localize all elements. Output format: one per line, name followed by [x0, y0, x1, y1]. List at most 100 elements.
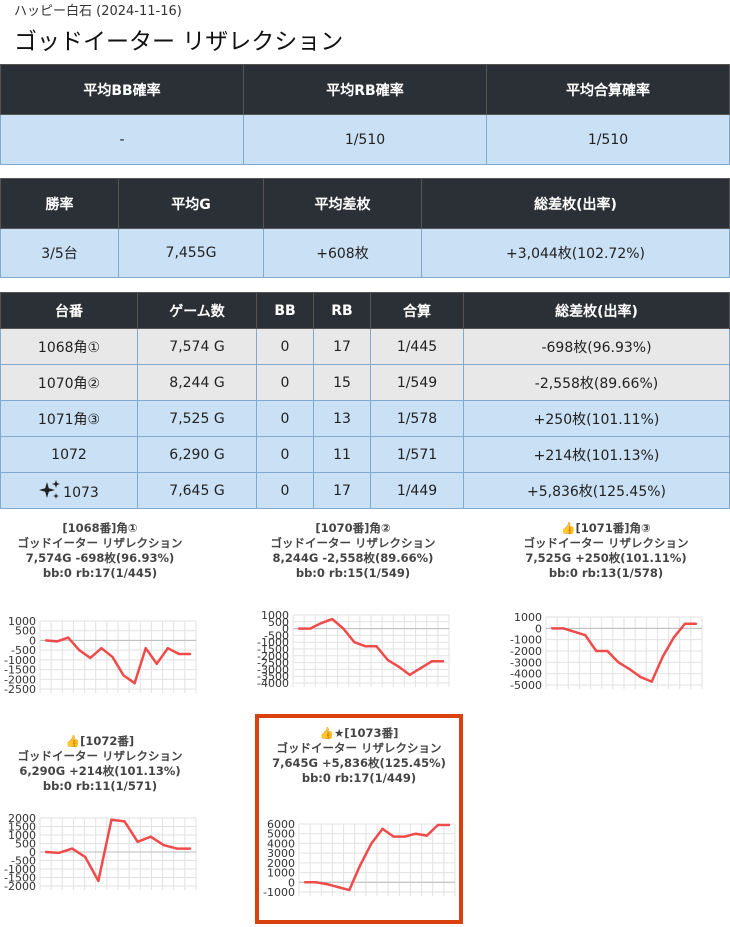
data-point	[370, 842, 373, 845]
data-point	[100, 647, 103, 650]
data-point	[314, 881, 318, 884]
card-counts: bb:0 rb:13(1/578)	[548, 566, 664, 580]
data-point	[136, 840, 139, 843]
data-point	[661, 655, 664, 658]
card-result: 7,525G +250枚(101.11%)	[525, 551, 687, 565]
games: 8,244 G	[137, 364, 257, 401]
data-point	[144, 647, 147, 650]
rb-count: 11	[313, 436, 371, 473]
games: 7,645 G	[137, 472, 257, 509]
data-point	[359, 863, 362, 866]
total-diff: +214枚(101.13%)	[463, 436, 730, 473]
card-counts: bb:0 rb:17(1/445)	[42, 566, 158, 580]
data-point	[348, 888, 351, 892]
data-point	[639, 675, 642, 679]
data-point	[177, 652, 181, 656]
table-row[interactable]: 1068角① 7,574 G 0 17 1/445 -698枚(96.93%)	[0, 328, 730, 365]
card-title: [1070番]角②	[315, 521, 391, 535]
header-total-diff: 総差枚(出率)	[421, 178, 730, 229]
data-point	[436, 823, 440, 827]
chart-card-1073[interactable]: 👍★[1073番] ゴッドイーター リザレクション 7,645G +5,836枚…	[259, 718, 459, 920]
data-point	[392, 835, 395, 838]
machine-no-cell: 1073	[0, 472, 138, 509]
y-tick-label: -5000	[510, 679, 542, 692]
card-model: ゴッドイーター リザレクション	[270, 536, 436, 550]
card-title: 👍[1072番]	[65, 734, 135, 748]
data-point	[44, 850, 48, 854]
data-point	[303, 881, 307, 884]
machine-no: 1070角②	[0, 364, 138, 401]
table-row[interactable]: 1071角③ 7,525 G 0 13 1/578 +250枚(101.11%)	[0, 400, 730, 437]
data-point	[308, 627, 312, 630]
data-point	[133, 681, 136, 685]
chart-card-1070[interactable]: [1070番]角② ゴッドイーター リザレクション 8,244G -2,558枚…	[253, 513, 453, 691]
data-point	[694, 622, 698, 625]
bb-count: 0	[256, 472, 314, 509]
machine-no: 1073	[63, 485, 99, 501]
data-point	[561, 627, 565, 630]
table-row[interactable]: 1072 6,290 G 0 11 1/571 +214枚(101.13%)	[0, 436, 730, 473]
data-point	[123, 820, 126, 823]
chart-card-1068[interactable]: [1068番]角① ゴッドイーター リザレクション 7,574G -698枚(9…	[0, 513, 200, 696]
value-avg-diff: +608枚	[263, 228, 422, 278]
card-result: 6,290G +214枚(101.13%)	[19, 764, 181, 778]
games: 7,574 G	[137, 328, 257, 365]
games: 7,525 G	[137, 400, 257, 437]
y-tick-label: -2500	[4, 683, 36, 696]
machine-no: 1068角①	[0, 328, 138, 365]
data-point	[84, 855, 87, 859]
machine-table: 台番 ゲーム数 BB RB 合算 総差枚(出率) 1068角① 7,574 G …	[0, 292, 730, 509]
data-point	[441, 660, 445, 663]
table-row[interactable]: 1070角② 8,244 G 0 15 1/549 -2,558枚(89.66%…	[0, 364, 730, 401]
page-title: ゴッドイーター リザレクション	[14, 29, 344, 55]
bb-count: 0	[256, 436, 314, 473]
card-counts: bb:0 rb:15(1/549)	[295, 566, 411, 580]
bb-count: 0	[256, 364, 314, 401]
card-result: 8,244G -2,558枚(89.66%)	[272, 551, 434, 565]
data-point	[403, 835, 406, 838]
header-win-rate: 勝率	[0, 178, 119, 229]
data-point	[584, 633, 587, 637]
table-row[interactable]: 1073 7,645 G 0 17 1/449 +5,836枚(125.45%)	[0, 472, 730, 509]
card-title: [1068番]角①	[62, 521, 138, 535]
data-point	[110, 818, 113, 821]
value-avg-bb: -	[0, 114, 244, 165]
data-point	[149, 835, 152, 838]
data-point	[122, 674, 125, 677]
chart-card-1072[interactable]: 👍[1072番] ゴッドイーター リザレクション 6,290G +214枚(10…	[0, 726, 200, 912]
combined-prob: 1/445	[370, 328, 464, 365]
diff-line-chart: 10000-1000-2000-3000-4000-5000	[510, 613, 703, 692]
header-total-diff: 総差枚(出率)	[463, 292, 730, 329]
header-avg-rb: 平均RB確率	[243, 64, 487, 115]
diff-line-chart: 10005000-500-1000-1500-2000-2500	[4, 617, 197, 696]
machine-no: 1071角③	[0, 400, 138, 437]
data-point	[89, 656, 92, 660]
chart-card-1071[interactable]: 👍[1071番]角③ ゴッドイーター リザレクション 7,525G +250枚(…	[506, 513, 706, 713]
data-point	[337, 885, 340, 889]
data-point	[550, 627, 554, 630]
header-combined: 合算	[370, 292, 464, 329]
card-counts: bb:0 rb:11(1/571)	[42, 779, 158, 793]
data-point	[447, 823, 451, 827]
value-avg-combined: 1/510	[486, 114, 730, 165]
data-point	[155, 662, 158, 665]
data-point	[97, 879, 100, 883]
data-point	[364, 645, 367, 648]
games: 6,290 G	[137, 436, 257, 473]
data-point	[162, 844, 166, 847]
data-point	[617, 661, 620, 664]
total-diff: -2,558枚(89.66%)	[463, 364, 730, 401]
rb-count: 17	[313, 328, 371, 365]
data-point	[175, 847, 179, 850]
header-avg-combined: 平均合算確率	[486, 64, 730, 115]
y-tick-label: -1000	[263, 886, 295, 899]
data-point	[414, 832, 417, 835]
data-point	[325, 883, 329, 886]
machine-no: 1072	[0, 436, 138, 473]
header-avg-games: 平均G	[118, 178, 264, 229]
diff-line-chart: 2000150010005000-500-1000-1500-2000	[4, 814, 197, 893]
data-point	[57, 851, 61, 855]
store-date: ハッピー白石 (2024-11-16)	[14, 4, 182, 19]
data-point	[397, 665, 400, 668]
data-point	[628, 667, 631, 671]
